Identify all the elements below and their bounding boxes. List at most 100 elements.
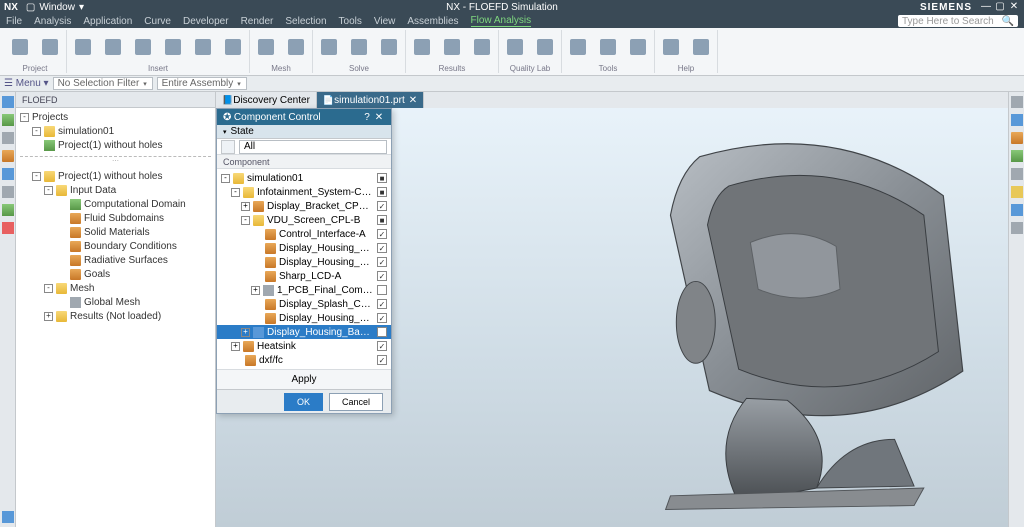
visibility-checkbox[interactable]: ✓ — [377, 355, 387, 365]
ribbon-button[interactable] — [221, 35, 245, 59]
ribbon-button[interactable] — [8, 35, 32, 59]
nav-icon[interactable] — [2, 204, 14, 216]
selection-filter-dropdown[interactable]: No Selection Filter — [53, 77, 153, 90]
component-row[interactable]: Display_Splash_Cover-A✓ — [217, 297, 391, 311]
ribbon-button[interactable] — [440, 35, 464, 59]
view-icon[interactable] — [1011, 204, 1023, 216]
menu-button[interactable]: ☰ Menu ▾ — [4, 78, 49, 89]
ribbon-button[interactable] — [317, 35, 341, 59]
component-row[interactable]: Display_Housing_Main-A✓ — [217, 241, 391, 255]
ribbon-button[interactable] — [503, 35, 527, 59]
component-row[interactable]: +Heatsink✓ — [217, 339, 391, 353]
nav-icon[interactable] — [2, 222, 14, 234]
component-row[interactable]: Display_Housing_Back_Cover✓ — [217, 311, 391, 325]
menu-assemblies[interactable]: Assemblies — [407, 16, 458, 27]
ribbon-button[interactable] — [596, 35, 620, 59]
apply-button[interactable]: Apply — [217, 369, 391, 389]
visibility-checkbox[interactable]: ✓ — [377, 341, 387, 351]
component-row[interactable]: -simulation01■ — [217, 171, 391, 185]
component-row[interactable]: +Display_Housing_Back_Cover-C — [217, 325, 391, 339]
graphics-viewport[interactable]: 📘 Discovery Center 📄 simulation01.prt✕ — [216, 92, 1008, 527]
view-icon[interactable] — [1011, 132, 1023, 144]
ribbon-button[interactable] — [689, 35, 713, 59]
tree-node[interactable]: Fluid Subdomains — [20, 211, 211, 225]
selection-scope-dropdown[interactable]: Entire Assembly — [157, 77, 247, 90]
ribbon-button[interactable] — [131, 35, 155, 59]
filter-icon[interactable] — [221, 140, 235, 154]
nav-icon[interactable] — [2, 168, 14, 180]
menu-flow-analysis[interactable]: Flow Analysis — [471, 15, 532, 27]
project-node[interactable]: Project(1) without holes — [20, 138, 211, 152]
visibility-checkbox[interactable]: ✓ — [377, 229, 387, 239]
view-icon[interactable] — [1011, 114, 1023, 126]
menu-application[interactable]: Application — [83, 16, 132, 27]
visibility-checkbox[interactable]: ✓ — [377, 271, 387, 281]
ribbon-button[interactable] — [470, 35, 494, 59]
tree-node[interactable]: Global Mesh — [20, 295, 211, 309]
tree-node[interactable]: Solid Materials — [20, 225, 211, 239]
nav-icon[interactable] — [2, 96, 14, 108]
close-icon[interactable]: ✕ — [373, 112, 385, 123]
project-root[interactable]: -simulation01 — [20, 124, 211, 138]
tree-node[interactable]: -Mesh — [20, 281, 211, 295]
component-row[interactable]: +Display_Bracket_CPL-B✓ — [217, 199, 391, 213]
ribbon-button[interactable] — [347, 35, 371, 59]
close-button[interactable]: ✕ — [1008, 2, 1020, 12]
visibility-checkbox[interactable]: ✓ — [377, 201, 387, 211]
nav-icon[interactable] — [2, 114, 14, 126]
ribbon-button[interactable] — [38, 35, 62, 59]
column-header[interactable]: Component — [217, 155, 391, 169]
nav-icon[interactable] — [2, 150, 14, 162]
visibility-checkbox[interactable] — [377, 327, 387, 337]
view-icon[interactable] — [1011, 222, 1023, 234]
view-icon[interactable] — [1011, 150, 1023, 162]
tab-simulation-file[interactable]: 📄 simulation01.prt✕ — [317, 92, 424, 108]
component-row[interactable]: -Infotainment_System-Cockpit-CPL■ — [217, 185, 391, 199]
ribbon-button[interactable] — [626, 35, 650, 59]
window-menu[interactable]: Window — [39, 2, 75, 13]
ribbon-button[interactable] — [284, 35, 308, 59]
tree-node[interactable]: Goals — [20, 267, 211, 281]
menu-curve[interactable]: Curve — [144, 16, 171, 27]
component-row[interactable]: Control_Interface-A✓ — [217, 227, 391, 241]
ribbon-button[interactable] — [101, 35, 125, 59]
tree-node[interactable]: +Results (Not loaded) — [20, 309, 211, 323]
close-tab-icon[interactable]: ✕ — [409, 95, 417, 106]
section-projects[interactable]: -Projects — [20, 110, 211, 124]
component-row[interactable]: -VDU_Screen_CPL-B■ — [217, 213, 391, 227]
cancel-button[interactable]: Cancel — [329, 393, 383, 411]
tree-node[interactable]: -Project(1) without holes — [20, 169, 211, 183]
menu-render[interactable]: Render — [241, 16, 274, 27]
tree-node[interactable]: -Input Data — [20, 183, 211, 197]
component-row[interactable]: Display_Housing_Front_Frame✓ — [217, 255, 391, 269]
nav-icon[interactable] — [2, 186, 14, 198]
ribbon-button[interactable] — [161, 35, 185, 59]
component-row[interactable]: Sharp_LCD-A✓ — [217, 269, 391, 283]
ribbon-button[interactable] — [254, 35, 278, 59]
help-icon[interactable]: ? — [361, 112, 373, 123]
ribbon-button[interactable] — [533, 35, 557, 59]
restore-down-icon[interactable]: ▢ — [26, 2, 35, 13]
visibility-checkbox[interactable]: ■ — [377, 173, 387, 183]
ribbon-button[interactable] — [377, 35, 401, 59]
tree-node[interactable]: Boundary Conditions — [20, 239, 211, 253]
tab-discovery-center[interactable]: 📘 Discovery Center — [216, 92, 317, 108]
dialog-titlebar[interactable]: ✪ Component Control ? ✕ — [217, 109, 391, 125]
filter-dropdown[interactable]: All — [239, 140, 387, 154]
visibility-checkbox[interactable]: ✓ — [377, 243, 387, 253]
component-row[interactable]: dxf/fc✓ — [217, 353, 391, 367]
menu-file[interactable]: File — [6, 16, 22, 27]
floefd-icon[interactable] — [2, 511, 14, 523]
visibility-checkbox[interactable]: ✓ — [377, 313, 387, 323]
menu-tools[interactable]: Tools — [339, 16, 362, 27]
visibility-checkbox[interactable]: ■ — [377, 215, 387, 225]
ribbon-button[interactable] — [659, 35, 683, 59]
view-icon[interactable] — [1011, 186, 1023, 198]
tree-node[interactable]: Radiative Surfaces — [20, 253, 211, 267]
visibility-checkbox[interactable] — [377, 285, 387, 295]
search-input[interactable]: Type Here to Search🔍 — [898, 15, 1018, 27]
menu-analysis[interactable]: Analysis — [34, 16, 71, 27]
maximize-button[interactable]: ▢ — [994, 2, 1006, 12]
minimize-button[interactable]: — — [980, 2, 992, 12]
visibility-checkbox[interactable]: ✓ — [377, 257, 387, 267]
